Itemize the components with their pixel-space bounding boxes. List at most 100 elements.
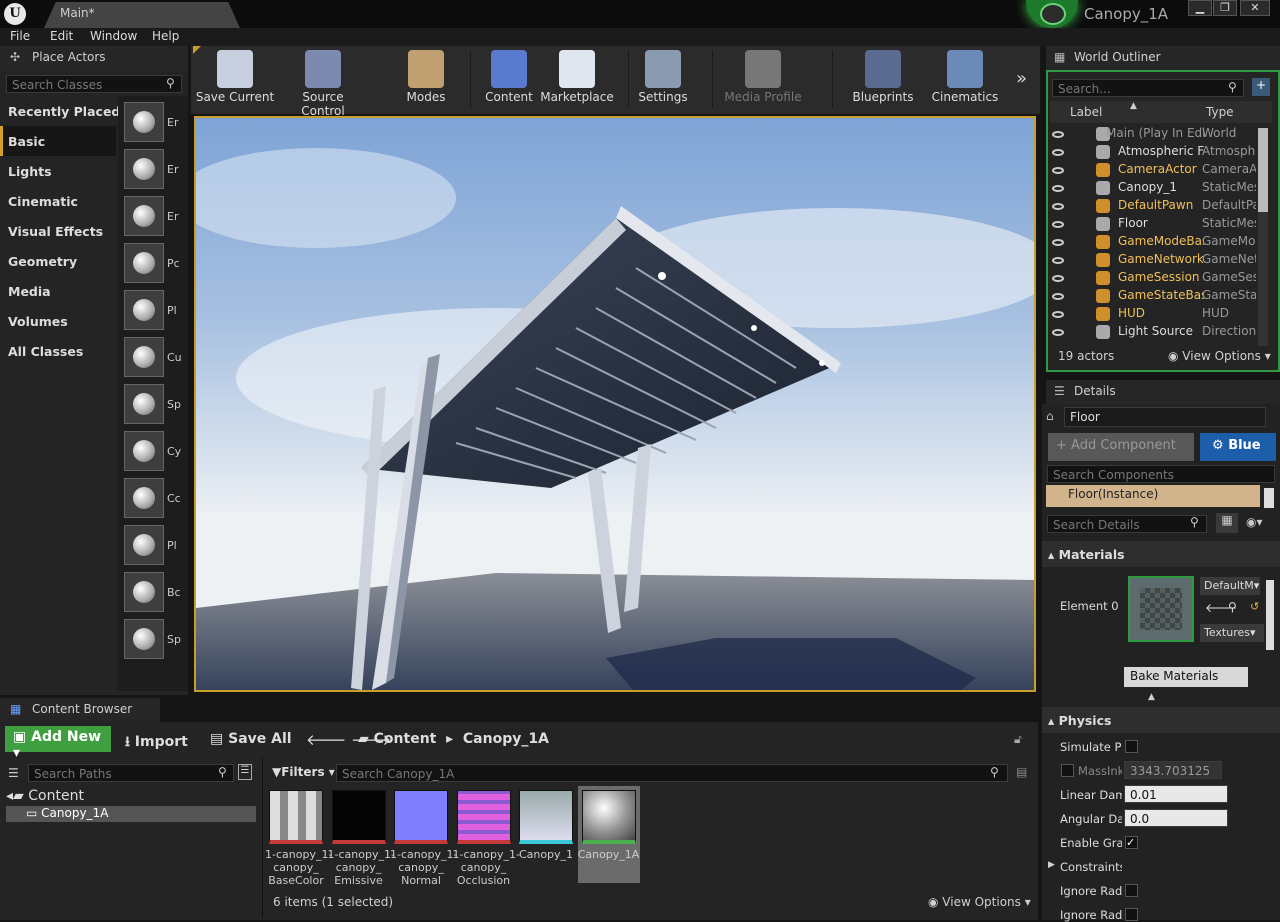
expand-icon[interactable]: ▶	[1048, 860, 1055, 870]
tab-main[interactable]: Main*	[44, 2, 240, 28]
outliner-row-label[interactable]: DefaultPawn	[1118, 198, 1204, 212]
maximize-button[interactable]: ❐	[1213, 0, 1237, 16]
toolbar-button[interactable]: Save Current	[192, 90, 278, 104]
physics-checkbox[interactable]: ✓	[1125, 836, 1138, 849]
asset-thumbnail[interactable]	[124, 478, 164, 518]
outliner-row-label[interactable]: Light Source	[1118, 324, 1204, 338]
menu-edit[interactable]: Edit	[50, 29, 73, 43]
content-browser-tab[interactable]: ▦ Content Browser	[0, 698, 160, 722]
eye-icon[interactable]	[1052, 203, 1064, 210]
material-thumbnail[interactable]	[1128, 576, 1194, 642]
physics-field[interactable]: 0.01	[1124, 785, 1228, 803]
import-button[interactable]: ⭳ Import	[125, 731, 188, 755]
search-classes-input[interactable]: Search Classes	[6, 75, 182, 93]
outliner-row-label[interactable]: GameStateBase	[1118, 288, 1204, 302]
outliner-row-label[interactable]: Atmospheric Fo	[1118, 144, 1204, 158]
asset-thumbnail[interactable]	[124, 525, 164, 565]
asset-thumbnail[interactable]	[124, 196, 164, 236]
outliner-row-label[interactable]: Floor	[1118, 216, 1204, 230]
outliner-view-options[interactable]: ◉ View Options ▾	[1168, 349, 1271, 363]
category-item[interactable]: Media	[8, 284, 51, 299]
asset-thumbnail[interactable]	[124, 572, 164, 612]
save-all-button[interactable]: ▤ Save All	[210, 731, 292, 747]
toolbar-button[interactable]: Source Control	[280, 90, 366, 118]
asset-thumbnail[interactable]	[124, 619, 164, 659]
toolbar-button[interactable]: Settings	[620, 90, 706, 104]
cb-view-options[interactable]: ◉ View Options ▾	[928, 895, 1031, 909]
asset-thumbnail[interactable]	[124, 243, 164, 283]
eye-icon[interactable]	[1052, 239, 1064, 246]
search-icon[interactable]: ⚲	[218, 765, 227, 779]
asset-thumbnail[interactable]	[124, 149, 164, 189]
category-item[interactable]: Cinematic	[8, 194, 78, 209]
bake-materials-button[interactable]: Bake Materials	[1124, 667, 1248, 687]
splitter[interactable]	[262, 758, 263, 918]
column-label[interactable]: Label	[1070, 105, 1102, 119]
asset-thumbnail[interactable]	[124, 384, 164, 424]
add-new-button[interactable]: ▣ Add New ▾	[5, 726, 111, 761]
tree-child[interactable]: ▭ Canopy_1A	[26, 806, 108, 820]
visibility-icon[interactable]: ◉▾	[1246, 515, 1263, 529]
category-item[interactable]: Recently Placed	[8, 104, 120, 119]
asset-thumbnail[interactable]	[124, 337, 164, 377]
view-options-icon[interactable]: ☰	[238, 764, 252, 780]
level-viewport[interactable]	[194, 116, 1036, 692]
toolbar-button[interactable]: Media Profile	[720, 90, 806, 104]
breadcrumb[interactable]: ▰ Content ▸ Canopy_1A	[358, 731, 549, 747]
grid-view-icon[interactable]: ▦	[1216, 513, 1238, 533]
toolbar-button[interactable]: Modes	[383, 90, 469, 104]
eye-icon[interactable]	[1052, 149, 1064, 156]
actor-name-field[interactable]: Floor	[1064, 407, 1266, 427]
world-outliner-tab[interactable]: ▦ World Outliner	[1046, 46, 1280, 70]
column-type[interactable]: Type	[1206, 105, 1234, 119]
search-icon[interactable]: ⚲	[990, 765, 999, 779]
search-icon[interactable]: ⚲	[166, 76, 175, 90]
eye-icon[interactable]	[1052, 131, 1064, 138]
add-filter-icon[interactable]: +	[1252, 78, 1270, 96]
search-assets-input[interactable]: Search Canopy_1A	[336, 764, 1008, 782]
asset-thumbnail[interactable]	[519, 790, 573, 844]
menu-file[interactable]: File	[10, 29, 30, 43]
category-item[interactable]: Geometry	[8, 254, 77, 269]
asset-thumbnail[interactable]	[269, 790, 323, 844]
asset-thumbnail[interactable]	[124, 290, 164, 330]
toolbar-button[interactable]: Marketplace	[534, 90, 620, 104]
outliner-row-label[interactable]: Main (Play In Edit	[1106, 126, 1204, 140]
save-search-icon[interactable]: ▤	[1016, 765, 1027, 779]
asset-thumbnail[interactable]	[331, 790, 386, 844]
browse-icon[interactable]: ⚲	[1228, 600, 1237, 614]
outliner-search-input[interactable]: Search...	[1052, 79, 1244, 97]
outliner-row-label[interactable]: GameModeBase	[1118, 234, 1204, 248]
eye-icon[interactable]	[1052, 275, 1064, 282]
category-item[interactable]: Volumes	[8, 314, 68, 329]
outliner-row-label[interactable]: GameNetworkM	[1118, 252, 1204, 266]
eye-icon[interactable]	[1052, 221, 1064, 228]
reset-icon[interactable]: ↺	[1250, 600, 1259, 613]
physics-checkbox[interactable]	[1125, 740, 1138, 753]
eye-icon[interactable]	[1052, 257, 1064, 264]
filters-button[interactable]: ▼Filters ▾	[272, 765, 335, 779]
search-paths-input[interactable]: Search Paths	[28, 764, 234, 782]
search-icon[interactable]: ⚲	[1228, 80, 1237, 94]
outliner-row-label[interactable]: HUD	[1118, 306, 1204, 320]
material-selector[interactable]: DefaultM▾	[1200, 577, 1260, 595]
toolbar-button[interactable]: Cinematics	[922, 90, 1008, 104]
physics-field[interactable]: 0.0	[1124, 809, 1228, 827]
toolbar-button[interactable]: Blueprints	[840, 90, 926, 104]
outliner-scrollbar[interactable]	[1258, 128, 1268, 346]
components-scrollbar[interactable]	[1264, 488, 1274, 508]
category-item[interactable]: All Classes	[8, 344, 83, 359]
sources-toggle-icon[interactable]: ☰	[8, 766, 19, 780]
toolbar-overflow-icon[interactable]: »	[1016, 68, 1027, 89]
eye-icon[interactable]	[1052, 329, 1064, 336]
component-row[interactable]: Floor(Instance)	[1046, 485, 1260, 507]
textures-dropdown[interactable]: Textures▾	[1200, 624, 1264, 642]
materials-scrollbar[interactable]	[1266, 580, 1274, 650]
asset-thumbnail[interactable]	[124, 431, 164, 471]
lock-icon[interactable]: 🔓︎	[1014, 732, 1022, 747]
physics-checkbox[interactable]	[1125, 908, 1138, 921]
asset-thumbnail[interactable]	[124, 102, 164, 142]
details-tab[interactable]: ☰ Details	[1046, 380, 1280, 404]
asset-thumbnail[interactable]	[581, 790, 636, 844]
category-item[interactable]: Visual Effects	[8, 224, 103, 239]
